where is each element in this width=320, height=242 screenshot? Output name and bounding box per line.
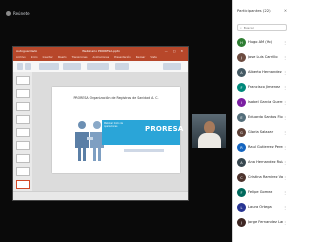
more-options-icon[interactable]: ⋮ <box>283 115 287 120</box>
slide-thumbnails <box>13 72 33 192</box>
more-options-icon[interactable]: ⋮ <box>283 100 287 105</box>
avatar: A <box>237 158 246 167</box>
slide-title: PRORESA Organización de Registros de San… <box>73 96 159 100</box>
more-options-icon[interactable]: ⋮ <box>283 220 287 225</box>
more-options-icon[interactable]: ⋮ <box>283 130 287 135</box>
participant-search-input[interactable]: ⌕ Buscar <box>237 24 287 31</box>
avatar: E <box>237 113 246 122</box>
more-options-icon[interactable]: ⋮ <box>283 190 287 195</box>
search-icon: ⌕ <box>240 26 242 30</box>
slide-thumbnail[interactable] <box>16 128 30 137</box>
participant-row[interactable]: CCristina Ramirez Valle⋮ <box>233 171 291 185</box>
ppt-filename: Webinario PRORESA.pptx <box>82 49 120 53</box>
proresa-logo: PRORESA <box>145 125 184 133</box>
avatar: C <box>237 173 246 182</box>
speaker-shirt <box>198 133 221 148</box>
paragraph-controls[interactable] <box>63 63 81 70</box>
avatar: L <box>237 203 246 212</box>
panel-title: Participantes (22) <box>237 8 271 13</box>
more-options-icon[interactable]: ⋮ <box>283 85 287 90</box>
new-slide-icon[interactable] <box>25 63 31 70</box>
more-options-icon[interactable]: ⋮ <box>283 160 287 165</box>
current-slide[interactable]: PRORESA Organización de Registros de San… <box>52 87 183 173</box>
more-options-icon[interactable]: ⋮ <box>283 55 287 60</box>
participant-name: Eduardo Santos Flores <box>248 115 283 119</box>
share-button[interactable] <box>163 63 181 70</box>
avatar: H <box>237 38 246 47</box>
participant-name: Raul Gutierrez Perez <box>248 145 283 149</box>
close-icon[interactable]: ✕ <box>284 8 287 13</box>
panel-header: Participantes (22) ✕ <box>237 8 287 13</box>
slide-thumbnail[interactable] <box>16 76 30 85</box>
participant-name: Hugo AM (Yo) <box>248 40 273 44</box>
slide-thumbnail[interactable] <box>16 141 30 150</box>
ppt-titlebar: Autoguardado Webinario PRORESA.pptx — □ … <box>13 47 188 55</box>
more-options-icon[interactable]: ⋮ <box>283 70 287 75</box>
slide-thumbnail[interactable] <box>16 89 30 98</box>
avatar: G <box>237 128 246 137</box>
meeting-stage: Reúnete Autoguardado Webinario PRORESA.p… <box>0 0 232 242</box>
slide-thumbnail[interactable] <box>16 154 30 163</box>
more-options-icon[interactable]: ⋮ <box>283 175 287 180</box>
slide-thumbnail[interactable] <box>16 167 30 176</box>
participant-row[interactable]: J Jose Luis Carrillo ⋮ <box>233 51 291 65</box>
participant-name: Gloria Salazar <box>248 130 274 134</box>
participant-name: Laura Ortega <box>248 205 272 209</box>
ppt-status-bar <box>13 191 188 200</box>
participant-name: Jorge Fernandez Lara <box>248 220 283 224</box>
more-options-icon[interactable]: ⋮ <box>283 40 287 45</box>
slide-subtitle: Webinar Inicio de operaciones <box>104 122 123 128</box>
drawing-controls[interactable] <box>87 63 109 70</box>
more-options-icon[interactable]: ⋮ <box>283 145 287 150</box>
font-controls[interactable] <box>39 63 59 70</box>
ppt-window-controls[interactable]: — □ ✕ <box>165 47 185 55</box>
more-options-icon[interactable]: ⋮ <box>283 205 287 210</box>
participant-name: Felipe Gomez <box>248 190 273 194</box>
participant-row[interactable]: J Jorge Fernandez Lara ⋮ <box>233 216 291 230</box>
avatar: I <box>237 98 246 107</box>
avatar: A <box>237 68 246 77</box>
participant-row[interactable]: A Ana Hernandez Ruiz ⋮ <box>233 156 291 170</box>
participant-row[interactable]: I Isabel Garcia Guerra ⋮ <box>233 96 291 110</box>
participant-name: Isabel Garcia Guerra <box>248 100 283 104</box>
participant-row[interactable]: EEduardo Santos Flores⋮ <box>233 111 291 125</box>
meeting-title[interactable]: Reúnete <box>6 11 30 16</box>
avatar: J <box>237 218 246 227</box>
avatar: F <box>237 83 246 92</box>
participant-row[interactable]: A Alberto Hernandez ⋮ <box>233 66 291 80</box>
slide-footer-bar <box>124 149 164 152</box>
participant-row[interactable]: H Hugo AM (Yo) ⋮ <box>233 36 291 50</box>
editing-controls[interactable] <box>115 63 129 70</box>
speaker-video-tile[interactable] <box>192 114 226 148</box>
slide-thumbnail[interactable] <box>16 102 30 111</box>
participant-name: Alberto Hernandez <box>248 70 282 74</box>
avatar: J <box>237 53 246 62</box>
avatar: F <box>237 188 246 197</box>
avatar: R <box>237 143 246 152</box>
paste-icon[interactable] <box>17 63 23 70</box>
slide-canvas: PRORESA Organización de Registros de San… <box>32 72 188 192</box>
participants-panel: Participantes (22) ✕ ⌕ Buscar H Hugo AM (… <box>232 0 290 242</box>
participant-row[interactable]: L Laura Ortega ⋮ <box>233 201 291 215</box>
shared-screen-powerpoint: Autoguardado Webinario PRORESA.pptx — □ … <box>12 46 189 201</box>
slide-thumbnail-selected[interactable] <box>16 180 30 189</box>
ppt-body: PRORESA Organización de Registros de San… <box>13 72 188 192</box>
meeting-icon <box>6 11 11 16</box>
meeting-title-text: Reúnete <box>13 11 30 16</box>
search-placeholder: Buscar <box>243 26 254 30</box>
participant-name: Ana Hernandez Ruiz <box>248 160 283 164</box>
participant-name: Jose Luis Carrillo <box>248 55 278 59</box>
participant-row[interactable]: R Raul Gutierrez Perez ⋮ <box>233 141 291 155</box>
participant-row[interactable]: F Felipe Gomez ⋮ <box>233 186 291 200</box>
ppt-autosave[interactable]: Autoguardado <box>16 47 37 55</box>
participant-name: Francisco Jimenez <box>248 85 281 89</box>
slide-thumbnail[interactable] <box>16 115 30 124</box>
participant-row[interactable]: G Gloria Salazar ⋮ <box>233 126 291 140</box>
participant-row[interactable]: F Francisco Jimenez ⋮ <box>233 81 291 95</box>
participant-name: Cristina Ramirez Valle <box>248 175 283 179</box>
